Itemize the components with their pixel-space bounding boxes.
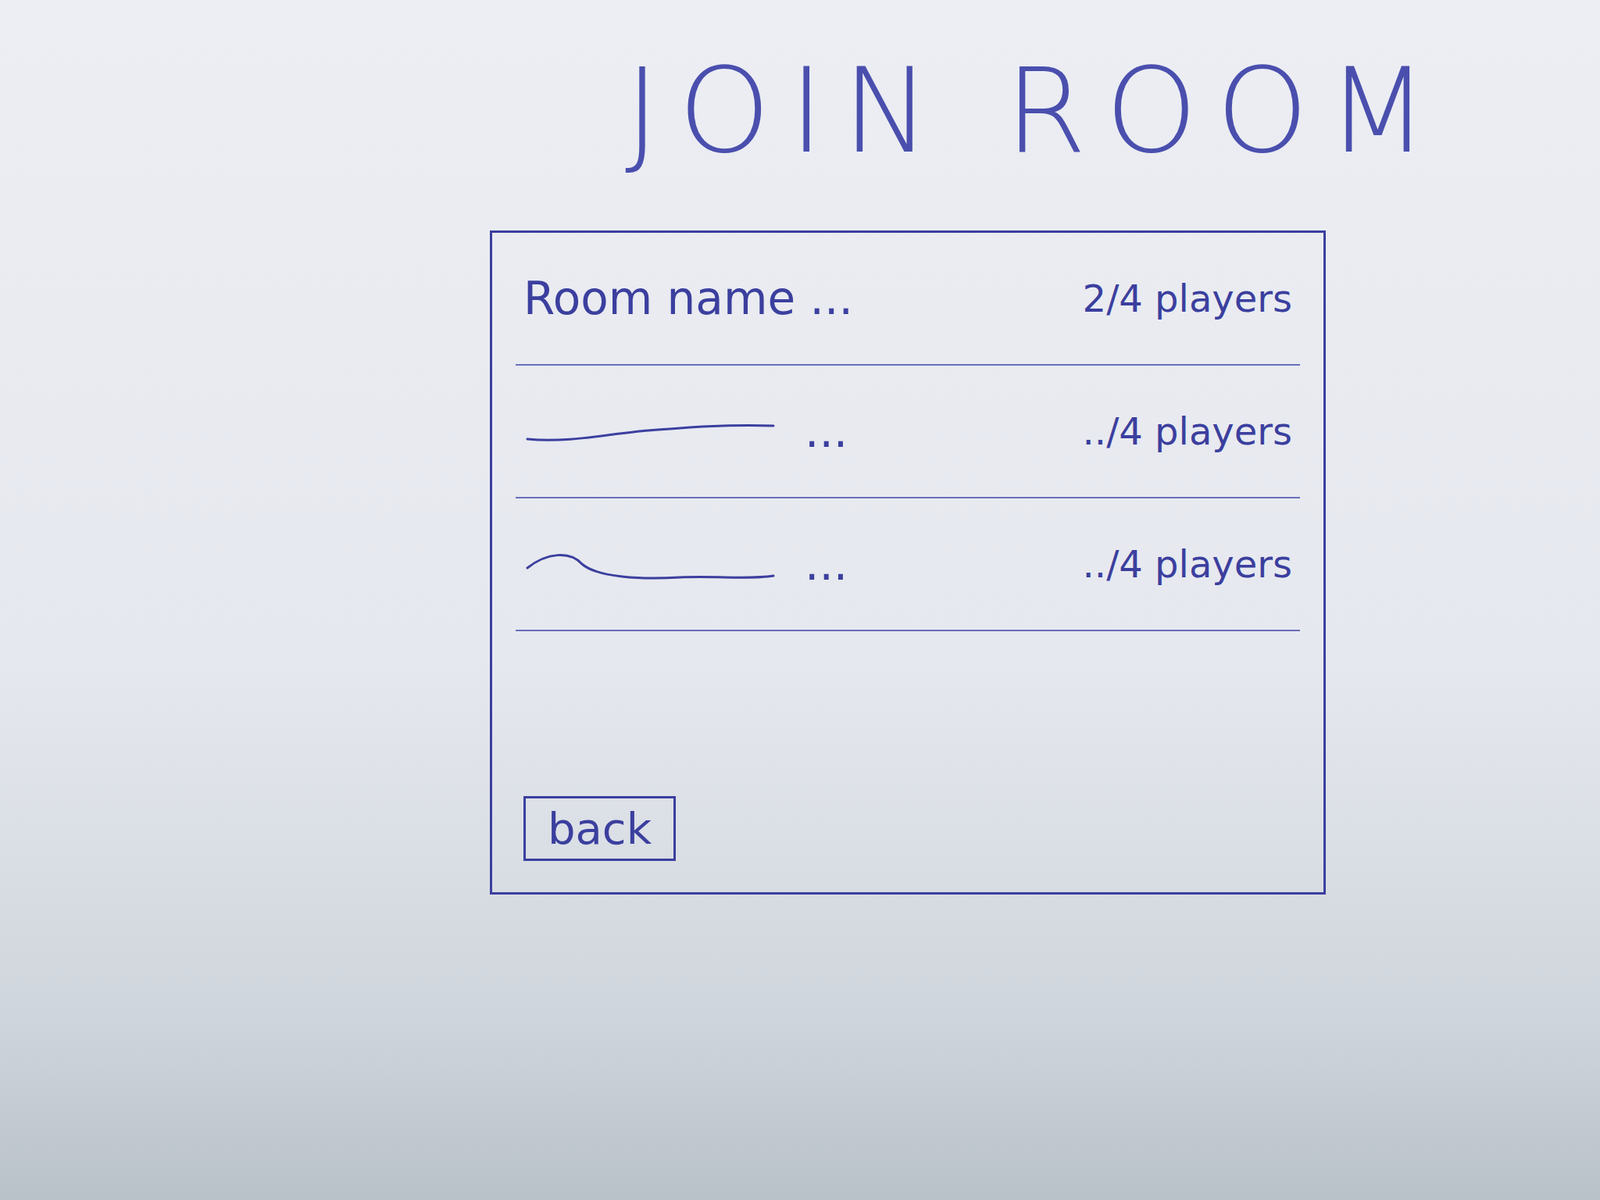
room-name: Room name ... <box>523 271 854 325</box>
room-name: ... <box>523 537 848 591</box>
join-room-page: JOIN ROOM Room name ... 2/4 players ... … <box>0 0 1600 1200</box>
player-count: 2/4 players <box>1082 276 1293 321</box>
room-row[interactable]: ... ../4 players <box>515 498 1300 632</box>
squiggle-placeholder-icon <box>523 411 782 451</box>
room-row[interactable]: Room name ... 2/4 players <box>515 232 1300 366</box>
room-name: ... <box>523 404 848 458</box>
player-count: ../4 players <box>1082 542 1293 586</box>
back-button[interactable]: back <box>523 796 676 861</box>
room-label: ... <box>804 537 848 591</box>
room-list: Room name ... 2/4 players ... ../4 playe… <box>515 232 1300 632</box>
squiggle-placeholder-icon <box>523 544 782 584</box>
page-title: JOIN ROOM <box>625 46 1600 176</box>
room-list-panel: Room name ... 2/4 players ... ../4 playe… <box>489 230 1326 895</box>
room-label: ... <box>804 404 848 458</box>
actions: back <box>515 764 1300 893</box>
room-label: Room name ... <box>523 271 854 325</box>
room-row[interactable]: ... ../4 players <box>515 365 1300 499</box>
player-count: ../4 players <box>1082 409 1293 454</box>
